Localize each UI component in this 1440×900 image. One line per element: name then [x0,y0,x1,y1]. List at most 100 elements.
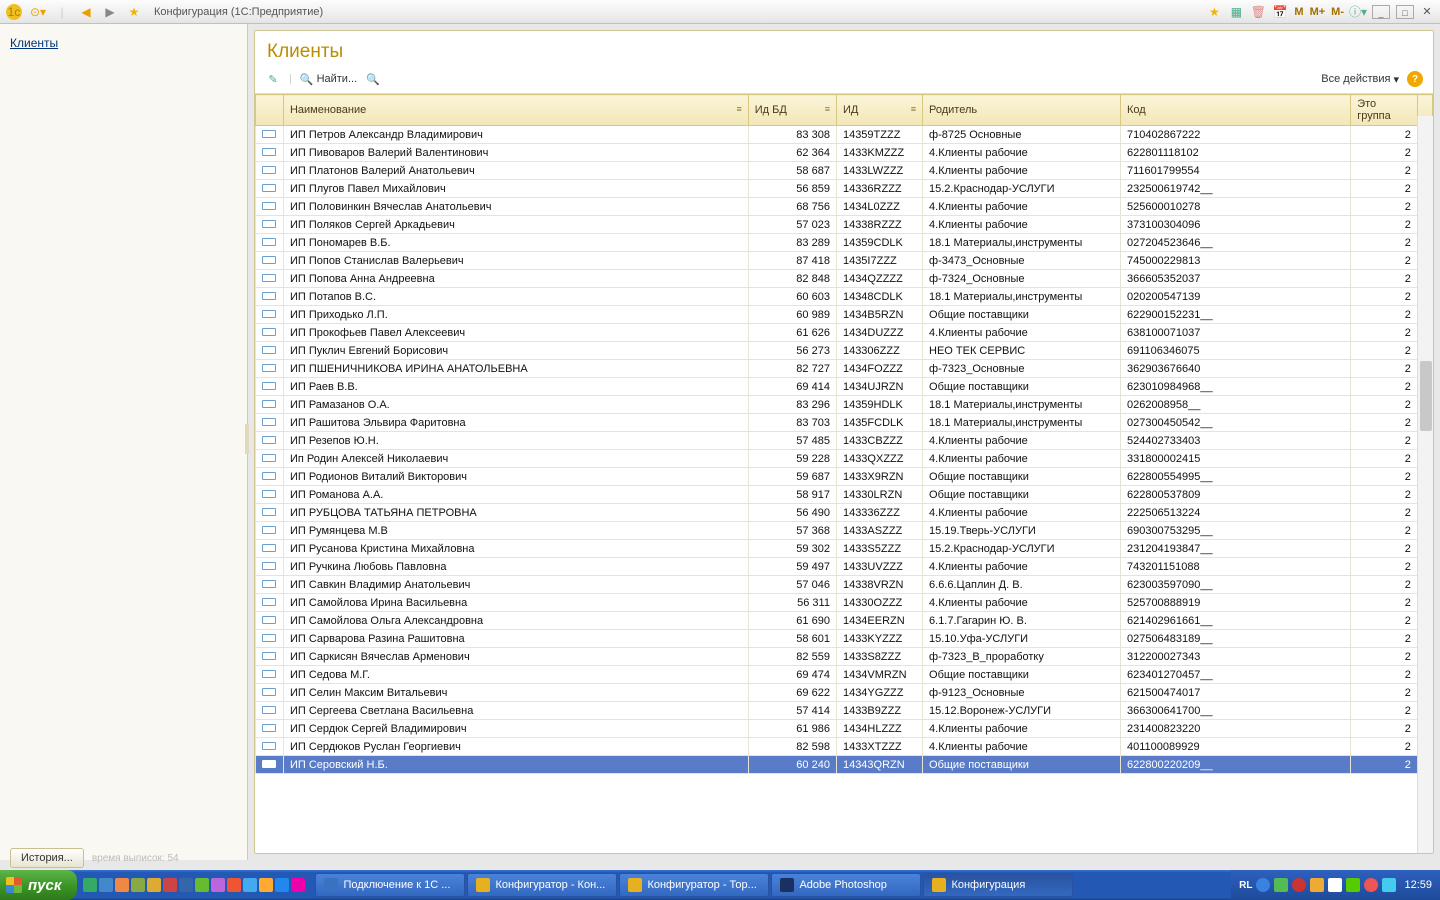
col-group[interactable]: Это группа [1351,95,1418,126]
ql-icon[interactable] [131,878,145,892]
edit-icon[interactable]: ✎ [265,71,281,87]
col-parent[interactable]: Родитель [923,95,1121,126]
tray-icon[interactable] [1382,878,1396,892]
ql-icon[interactable] [275,878,289,892]
table-row[interactable]: ИП Пивоваров Валерий Валентинович62 3641… [256,144,1433,162]
all-actions-button[interactable]: Все действия▾ [1321,73,1399,86]
col-name[interactable]: Наименование≡ [283,95,748,126]
language-indicator[interactable]: RL [1239,880,1252,891]
table-row[interactable]: ИП Платонов Валерий Анатольевич58 687143… [256,162,1433,180]
table-row[interactable]: ИП Попова Анна Андреевна82 8481434QZZZZф… [256,270,1433,288]
table-row[interactable]: ИП Рашитова Эльвира Фаритовна83 7031435F… [256,414,1433,432]
ql-icon[interactable] [291,878,305,892]
favorite-icon[interactable]: ★ [126,4,142,20]
col-code[interactable]: Код [1120,95,1350,126]
table-row[interactable]: ИП РУБЦОВА ТАТЬЯНА ПЕТРОВНА56 490143336Z… [256,504,1433,522]
table-row[interactable]: ИП Прокофьев Павел Алексеевич61 6261434D… [256,324,1433,342]
table-row[interactable]: ИП Селин Максим Витальевич69 6221434YGZZ… [256,684,1433,702]
tray-icon[interactable] [1364,878,1378,892]
m-button[interactable]: M [1294,6,1303,18]
minimize-button[interactable]: _ [1372,5,1390,19]
cell-code: 691106346075 [1120,342,1350,360]
table-row[interactable]: ИП Петров Александр Владимирович83 30814… [256,126,1433,144]
table-row[interactable]: ИП Седова М.Г.69 4741434VMRZNОбщие поста… [256,666,1433,684]
vertical-scrollbar[interactable] [1417,116,1433,853]
table-row[interactable]: ИП Сердюк Сергей Владимирович61 9861434H… [256,720,1433,738]
table-row[interactable]: ИП Самойлова Ирина Васильевна56 31114330… [256,594,1433,612]
table-row[interactable]: ИП Сергеева Светлана Васильевна57 414143… [256,702,1433,720]
table-row[interactable]: ИП Поляков Сергей Аркадьевич57 02314338R… [256,216,1433,234]
cell-idbd: 56 490 [748,504,836,522]
ql-icon[interactable] [147,878,161,892]
tray-icon[interactable] [1256,878,1270,892]
start-button[interactable]: пуск [0,870,77,900]
ql-icon[interactable] [227,878,241,892]
table-row[interactable]: ИП Самойлова Ольга Александровна61 69014… [256,612,1433,630]
table-row[interactable]: ИП Русанова Кристина Михайловна59 302143… [256,540,1433,558]
table-row[interactable]: ИП Рамазанов О.А.83 29614359HDLK18.1 Мат… [256,396,1433,414]
ql-icon[interactable] [163,878,177,892]
forward-icon[interactable]: ▶ [102,4,118,20]
taskbar-item[interactable]: Adobe Photoshop [771,873,921,897]
star-icon[interactable]: ★ [1206,4,1222,20]
table-row[interactable]: ИП Сарварова Разина Рашитовна58 6011433K… [256,630,1433,648]
sidebar-link-clients[interactable]: Клиенты [10,36,58,50]
history-button[interactable]: История... [10,848,84,868]
clear-search-icon[interactable]: 🔍 [365,71,381,87]
ql-icon[interactable] [195,878,209,892]
table-row[interactable]: ИП Ручкина Любовь Павловна59 4971433UVZZ… [256,558,1433,576]
calc-icon[interactable]: ▦ [1228,4,1244,20]
m-minus-button[interactable]: M- [1331,6,1344,18]
ql-icon[interactable] [259,878,273,892]
help-icon[interactable]: ? [1407,71,1423,87]
back-icon[interactable]: ◀ [78,4,94,20]
dropdown-icon[interactable]: ⊙▾ [30,4,46,20]
taskbar-item[interactable]: Подключение к 1С ... [315,873,465,897]
table-row[interactable]: ИП Савкин Владимир Анатольевич57 0461433… [256,576,1433,594]
taskbar-item[interactable]: Конфигурация [923,873,1073,897]
table-row[interactable]: ИП Пономарев В.Б.83 28914359CDLK18.1 Мат… [256,234,1433,252]
col-icon[interactable] [256,95,284,126]
calendar-icon[interactable]: 📅 [1272,4,1288,20]
trash-icon[interactable]: 🗑 [1250,4,1266,20]
table-row[interactable]: ИП Приходько Л.П.60 9891434B5RZNОбщие по… [256,306,1433,324]
tray-icon[interactable] [1346,878,1360,892]
table-row[interactable]: Ип Родин Алексей Николаевич59 2281433QXZ… [256,450,1433,468]
maximize-button[interactable]: □ [1396,5,1414,19]
tray-icon[interactable] [1328,878,1342,892]
table-row[interactable]: ИП ПШЕНИЧНИКОВА ИРИНА АНАТОЛЬЕВНА82 7271… [256,360,1433,378]
table-row[interactable]: ИП Серовский Н.Б.60 24014343QRZNОбщие по… [256,756,1433,774]
ql-icon[interactable] [99,878,113,892]
table-row[interactable]: ИП Потапов В.С.60 60314348CDLK18.1 Матер… [256,288,1433,306]
ql-icon[interactable] [179,878,193,892]
ql-icon[interactable] [211,878,225,892]
table-row[interactable]: ИП Сердюков Руслан Георгиевич82 5981433X… [256,738,1433,756]
taskbar-item[interactable]: Конфигуратор - Тор... [619,873,769,897]
close-button[interactable]: ✕ [1420,5,1434,19]
info-icon[interactable]: ⓘ▾ [1350,4,1366,20]
table-row[interactable]: ИП Попов Станислав Валерьевич87 4181435I… [256,252,1433,270]
tray-icon[interactable] [1292,878,1306,892]
table-row[interactable]: ИП Саркисян Вячеслав Арменович82 5591433… [256,648,1433,666]
find-button[interactable]: 🔍 Найти... [300,73,357,86]
ql-icon[interactable] [115,878,129,892]
tray-icon[interactable] [1310,878,1324,892]
table-row[interactable]: ИП Родионов Виталий Викторович59 6871433… [256,468,1433,486]
table-row[interactable]: ИП Раев В.В.69 4141434UJRZNОбщие поставщ… [256,378,1433,396]
table-row[interactable]: ИП Половинкин Вячеслав Анатольевич68 756… [256,198,1433,216]
splitter-handle[interactable] [245,424,249,454]
table-row[interactable]: ИП Резепов Ю.Н.57 4851433CBZZZ4.Клиенты … [256,432,1433,450]
ql-icon[interactable] [83,878,97,892]
clock[interactable]: 12:59 [1404,879,1432,891]
taskbar-item[interactable]: Конфигуратор - Кон... [467,873,617,897]
table-row[interactable]: ИП Румянцева М.В57 3681433ASZZZ15.19.Тве… [256,522,1433,540]
col-idbd[interactable]: Ид БД≡ [748,95,836,126]
m-plus-button[interactable]: M+ [1310,6,1326,18]
tray-icon[interactable] [1274,878,1288,892]
table-row[interactable]: ИП Плугов Павел Михайлович56 85914336RZZ… [256,180,1433,198]
col-id[interactable]: ИД≡ [836,95,922,126]
scrollbar-thumb[interactable] [1420,361,1432,431]
table-row[interactable]: ИП Пуклич Евгений Борисович56 273143306Z… [256,342,1433,360]
table-row[interactable]: ИП Романова А.А.58 91714330LRZNОбщие пос… [256,486,1433,504]
ql-icon[interactable] [243,878,257,892]
